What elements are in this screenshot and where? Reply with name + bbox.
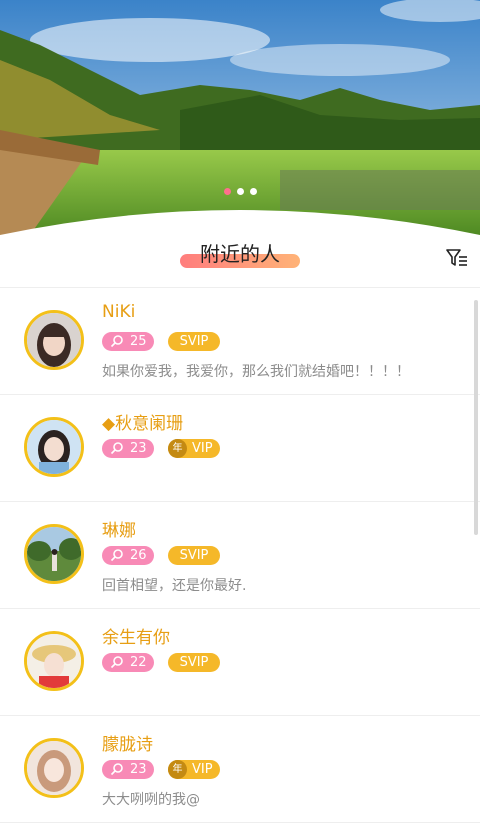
- avatar[interactable]: [24, 310, 84, 370]
- carousel-dot[interactable]: [223, 188, 231, 195]
- vip-label: SVIP: [179, 334, 209, 349]
- user-age: 23: [130, 762, 147, 777]
- user-name: 余生有你: [102, 628, 170, 648]
- avatar[interactable]: [24, 631, 84, 691]
- age-badge: 23: [102, 439, 154, 458]
- vip-label: VIP: [192, 441, 213, 456]
- user-age: 23: [130, 441, 147, 456]
- vip-label: VIP: [192, 762, 213, 777]
- female-icon: [110, 763, 123, 776]
- user-age: 22: [130, 655, 147, 670]
- annual-vip-badge: 年 VIP: [168, 760, 220, 779]
- annual-vip-badge: 年 VIP: [168, 439, 220, 458]
- carousel-indicator: [0, 180, 480, 199]
- age-badge: 22: [102, 653, 154, 672]
- list-item[interactable]: ◆秋意阑珊 23 年 VIP: [0, 395, 480, 502]
- user-age: 25: [130, 334, 147, 349]
- filter-button[interactable]: [444, 245, 470, 271]
- user-age: 26: [130, 548, 147, 563]
- user-name: 琳娜: [102, 521, 136, 541]
- list-item[interactable]: 余生有你 22 SVIP: [0, 609, 480, 716]
- page-header: 附近的人: [0, 232, 480, 288]
- list-item[interactable]: NiKi 25 SVIP 如果你爱我，我爱你，那么我们就结婚吧！！！！: [0, 288, 480, 395]
- female-icon: [110, 656, 123, 669]
- female-icon: [110, 549, 123, 562]
- user-name: 朦胧诗: [102, 735, 153, 755]
- avatar[interactable]: [24, 738, 84, 798]
- list-item[interactable]: 朦胧诗 23 年 VIP 大大咧咧的我@: [0, 716, 480, 823]
- scrollbar[interactable]: [474, 300, 478, 535]
- nearby-user-list[interactable]: NiKi 25 SVIP 如果你爱我，我爱你，那么我们就结婚吧！！！！ ◆秋意阑…: [0, 288, 480, 823]
- carousel-dot[interactable]: [236, 188, 244, 195]
- age-badge: 23: [102, 760, 154, 779]
- svip-badge: SVIP: [168, 546, 220, 565]
- filter-icon: [446, 249, 467, 266]
- age-badge: 25: [102, 332, 154, 351]
- list-item[interactable]: 琳娜 26 SVIP 回首相望，还是你最好.: [0, 502, 480, 609]
- female-icon: [110, 335, 123, 348]
- vip-label: SVIP: [179, 655, 209, 670]
- carousel-dot[interactable]: [249, 188, 257, 195]
- page-title: 附近的人: [200, 242, 280, 266]
- year-label: 年: [168, 439, 187, 458]
- svip-badge: SVIP: [168, 653, 220, 672]
- female-icon: [110, 442, 123, 455]
- user-signature: 大大咧咧的我@: [102, 792, 200, 808]
- user-name: NiKi: [102, 302, 136, 322]
- user-signature: 回首相望，还是你最好.: [102, 578, 247, 594]
- avatar[interactable]: [24, 417, 84, 477]
- vip-label: SVIP: [179, 548, 209, 563]
- user-signature: 如果你爱我，我爱你，那么我们就结婚吧！！！！: [102, 364, 410, 380]
- banner-carousel[interactable]: [0, 0, 480, 235]
- age-badge: 26: [102, 546, 154, 565]
- year-label: 年: [168, 760, 187, 779]
- svip-badge: SVIP: [168, 332, 220, 351]
- avatar[interactable]: [24, 524, 84, 584]
- user-name: ◆秋意阑珊: [102, 414, 184, 434]
- banner-image: [0, 0, 480, 235]
